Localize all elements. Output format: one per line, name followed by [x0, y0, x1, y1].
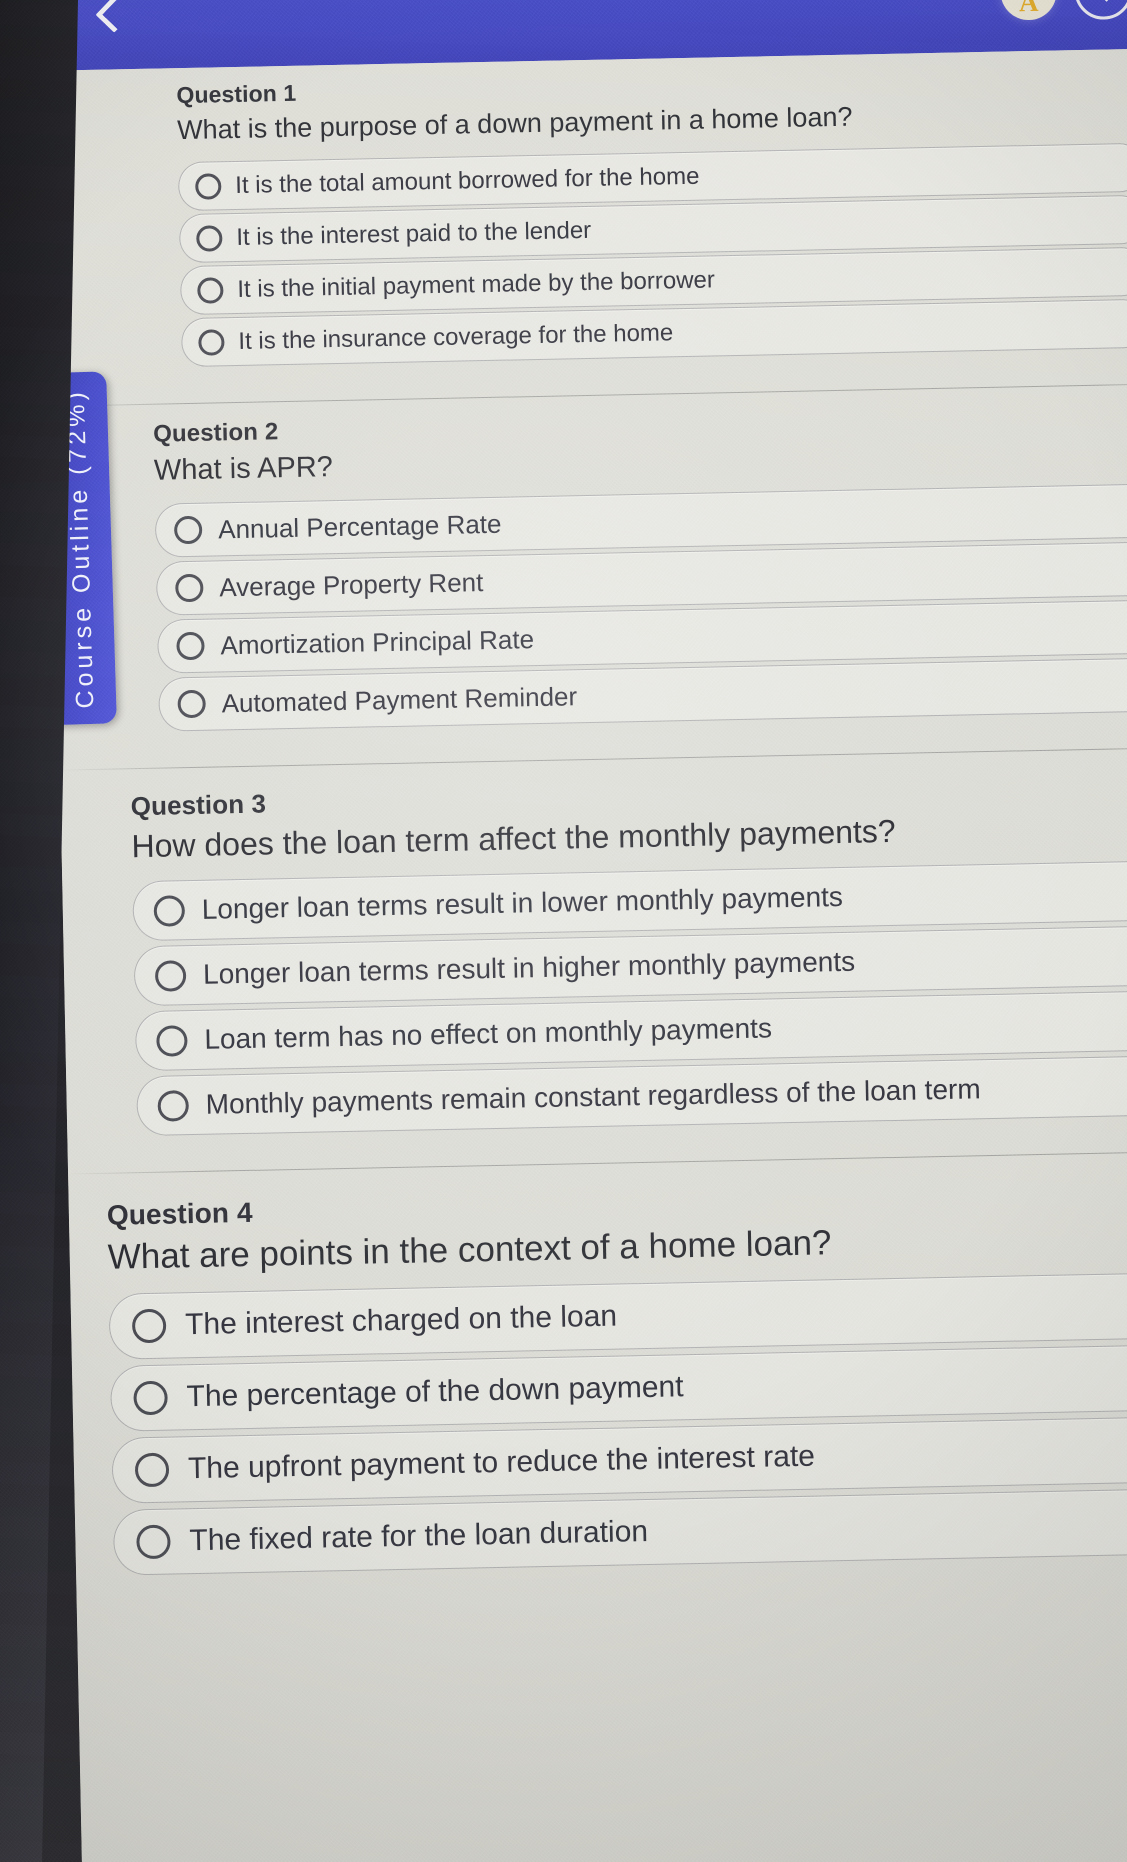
radio-button-icon[interactable]: [196, 224, 223, 252]
option-label: Automated Payment Reminder: [221, 680, 578, 718]
radio-button-icon[interactable]: [153, 894, 186, 927]
quiz-page: Question 1 What is the purpose of a down…: [45, 47, 1127, 1862]
radio-button-icon[interactable]: [198, 328, 225, 356]
radio-button-icon[interactable]: [176, 631, 205, 661]
question-block-2: Question 2 What is APR? Annual Percentag…: [53, 384, 1127, 760]
option-label: Amortization Principal Rate: [220, 623, 535, 660]
radio-button-icon[interactable]: [133, 1380, 168, 1416]
course-outline-tab[interactable]: Course Outline (72%): [44, 371, 117, 726]
option-label: Longer loan terms result in lower monthl…: [201, 880, 844, 925]
header-actions: A: [999, 0, 1127, 22]
radio-button-icon[interactable]: [134, 1452, 170, 1488]
option-label: It is the insurance coverage for the hom…: [238, 318, 674, 355]
option-row[interactable]: The fixed rate for the loan duration: [112, 1487, 1127, 1576]
question-block-4: Question 4 What are points in the contex…: [68, 1152, 1127, 1603]
radio-button-icon[interactable]: [173, 515, 203, 545]
graduation-cap-logo-icon: A: [999, 0, 1058, 21]
option-label: It is the initial payment made by the bo…: [237, 265, 716, 303]
radio-button-icon[interactable]: [175, 573, 204, 603]
option-label: Annual Percentage Rate: [217, 508, 502, 544]
chevron-left-icon: [1095, 0, 1118, 2]
option-label: Monthly payments remain constant regardl…: [205, 1073, 981, 1120]
option-row[interactable]: The interest charged on the loan: [108, 1271, 1127, 1360]
radio-button-icon[interactable]: [136, 1524, 171, 1560]
radio-button-icon[interactable]: [157, 1089, 190, 1122]
option-label: Longer loan terms result in higher month…: [202, 945, 856, 990]
option-list: Longer loan terms result in lower monthl…: [132, 860, 1127, 1137]
option-label: It is the total amount borrowed for the …: [234, 162, 700, 199]
option-label: Loan term has no effect on monthly payme…: [204, 1012, 773, 1055]
option-label: The upfront payment to reduce the intere…: [187, 1439, 816, 1486]
option-row[interactable]: The percentage of the down payment: [109, 1343, 1127, 1432]
radio-button-icon[interactable]: [131, 1308, 167, 1344]
option-label: It is the interest paid to the lender: [236, 216, 592, 251]
radio-button-icon[interactable]: [195, 172, 222, 200]
device-photo: A Question 1 What is the purpose of a do…: [0, 0, 1127, 1862]
question-block-3: Question 3 How does the loan term affect…: [60, 748, 1127, 1164]
option-label: The interest charged on the loan: [184, 1299, 618, 1342]
radio-button-icon[interactable]: [154, 959, 187, 992]
screen-content: A Question 1 What is the purpose of a do…: [44, 0, 1127, 1862]
course-outline-tab-label: Course Outline (72%): [61, 387, 99, 709]
radio-button-icon[interactable]: [197, 276, 224, 304]
option-list: It is the total amount borrowed for the …: [177, 142, 1127, 368]
back-icon[interactable]: [90, 0, 129, 33]
question-block-1: Question 1 What is the purpose of a down…: [46, 62, 1127, 396]
header-spacer: [129, 4, 1001, 22]
option-label: The fixed rate for the loan duration: [189, 1514, 649, 1558]
option-row[interactable]: The upfront payment to reduce the intere…: [111, 1415, 1127, 1504]
radio-button-icon[interactable]: [177, 689, 206, 719]
option-label: The percentage of the down payment: [186, 1370, 684, 1414]
option-list: The interest charged on the loan The per…: [108, 1271, 1127, 1576]
previous-button[interactable]: [1073, 0, 1127, 21]
logo-letter: A: [1018, 0, 1039, 18]
radio-button-icon[interactable]: [156, 1024, 188, 1057]
option-label: Average Property Rent: [219, 566, 484, 602]
option-list: Annual Percentage Rate Average Property …: [154, 483, 1127, 732]
